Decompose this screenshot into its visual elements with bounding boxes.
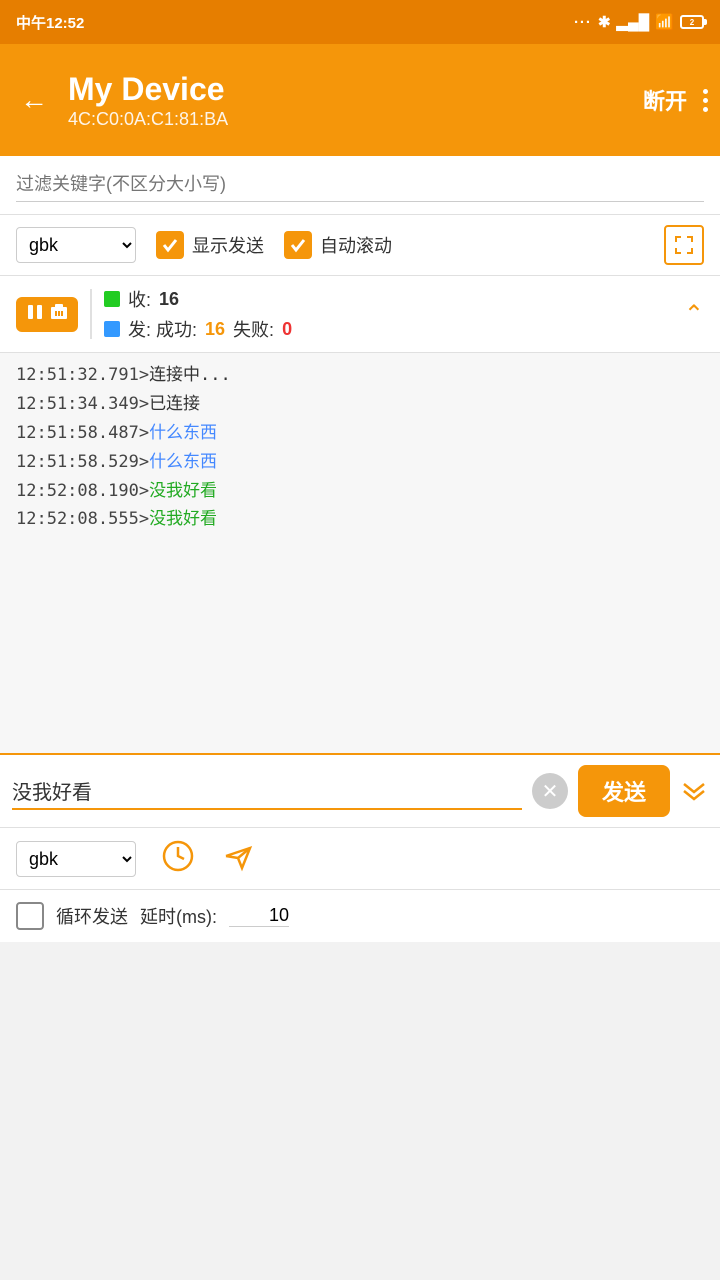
log-entry: 12:51:58.529> 什么东西 <box>16 448 704 477</box>
more-menu-button[interactable] <box>703 89 708 112</box>
log-entry: 12:51:32.791> 连接中... <box>16 361 704 390</box>
bottom-bar: gbk utf-8 ascii <box>0 827 720 889</box>
recv-label: 收: <box>128 286 151 312</box>
signal-dots-icon: ··· <box>574 14 592 31</box>
log-text: 什么东西 <box>149 419 217 448</box>
clear-input-icon: ✕ <box>542 779 559 804</box>
show-send-group: 显示发送 <box>156 231 264 259</box>
loop-send-label: 循环发送 <box>56 903 128 929</box>
bluetooth-icon: ✱ <box>598 13 611 31</box>
recv-dot-icon <box>104 291 120 307</box>
clock-button[interactable] <box>160 838 196 879</box>
encoding-select-top[interactable]: gbk utf-8 ascii <box>16 227 136 263</box>
send-icon-button[interactable] <box>220 838 256 879</box>
log-entry: 12:51:34.349> 已连接 <box>16 390 704 419</box>
back-button[interactable]: ← <box>12 76 56 124</box>
log-text: 没我好看 <box>149 505 217 534</box>
send-success-count: 16 <box>205 319 225 340</box>
recv-count: 16 <box>159 289 179 310</box>
device-address: 4C:C0:0A:C1:81:BA <box>68 109 631 130</box>
send-fail-count: 0 <box>282 319 292 340</box>
signal-bars-icon: ▂▄█ <box>617 13 650 31</box>
device-name: My Device <box>68 70 631 108</box>
log-text: 没我好看 <box>149 477 217 506</box>
auto-scroll-group: 自动滚动 <box>284 231 392 259</box>
stats-numbers: 收: 16 发: 成功: 16 失败: 0 <box>104 286 672 342</box>
recv-row: 收: 16 <box>104 286 672 312</box>
log-time: 12:52:08.555> <box>16 505 149 534</box>
input-area: ✕ 发送 <box>0 753 720 827</box>
clear-input-button[interactable]: ✕ <box>532 773 568 809</box>
loop-row: 循环发送 延时(ms): <box>0 889 720 942</box>
send-button[interactable]: 发送 <box>578 765 670 817</box>
message-input[interactable] <box>12 773 522 810</box>
app-bar: ← My Device 4C:C0:0A:C1:81:BA 断开 <box>0 44 720 156</box>
app-bar-title: My Device 4C:C0:0A:C1:81:BA <box>68 70 631 129</box>
status-bar: 中午12:52 ··· ✱ ▂▄█ 📶 2 <box>0 0 720 44</box>
log-area: 12:51:32.791> 连接中...12:51:34.349> 已连接12:… <box>0 353 720 753</box>
app-bar-actions: 断开 <box>643 84 708 116</box>
log-text: 已连接 <box>149 390 200 419</box>
control-bar: gbk utf-8 ascii 显示发送 自动滚动 <box>0 215 720 276</box>
auto-scroll-label: 自动滚动 <box>320 232 392 258</box>
log-entry: 12:52:08.190> 没我好看 <box>16 477 704 506</box>
expand-button[interactable] <box>680 780 708 802</box>
log-time: 12:51:58.529> <box>16 448 149 477</box>
log-text: 什么东西 <box>149 448 217 477</box>
loop-send-checkbox[interactable] <box>16 902 44 930</box>
log-time: 12:52:08.190> <box>16 477 149 506</box>
filter-bar <box>0 156 720 215</box>
log-time: 12:51:58.487> <box>16 419 149 448</box>
send-fail-label: 失败: <box>233 316 274 342</box>
battery-icon: 2 <box>680 15 704 29</box>
log-text: 连接中... <box>149 361 231 390</box>
log-time: 12:51:32.791> <box>16 361 149 390</box>
log-entry: 12:52:08.555> 没我好看 <box>16 505 704 534</box>
send-label: 发: 成功: <box>128 316 197 342</box>
wifi-icon: 📶 <box>655 13 674 31</box>
pause-clear-button[interactable] <box>16 297 78 332</box>
status-time: 中午12:52 <box>16 12 84 33</box>
log-time: 12:51:34.349> <box>16 390 149 419</box>
filter-input[interactable] <box>16 168 704 202</box>
send-row: 发: 成功: 16 失败: 0 <box>104 316 672 342</box>
divider <box>90 289 92 339</box>
delay-label: 延时(ms): <box>140 903 217 929</box>
send-dot-icon <box>104 321 120 337</box>
status-bar-right: ··· ✱ ▂▄█ 📶 2 <box>574 13 704 31</box>
fullscreen-button[interactable] <box>664 225 704 265</box>
clear-icon <box>50 303 68 326</box>
show-send-checkbox[interactable] <box>156 231 184 259</box>
pause-icon <box>26 303 44 326</box>
log-entry: 12:51:58.487> 什么东西 <box>16 419 704 448</box>
delay-input[interactable] <box>229 905 289 927</box>
auto-scroll-checkbox[interactable] <box>284 231 312 259</box>
stats-panel: 收: 16 发: 成功: 16 失败: 0 ⌃ <box>0 276 720 353</box>
encoding-select-bottom[interactable]: gbk utf-8 ascii <box>16 841 136 877</box>
collapse-button[interactable]: ⌃ <box>684 300 704 329</box>
disconnect-button[interactable]: 断开 <box>643 84 687 116</box>
show-send-label: 显示发送 <box>192 232 264 258</box>
stats-controls <box>16 297 78 332</box>
